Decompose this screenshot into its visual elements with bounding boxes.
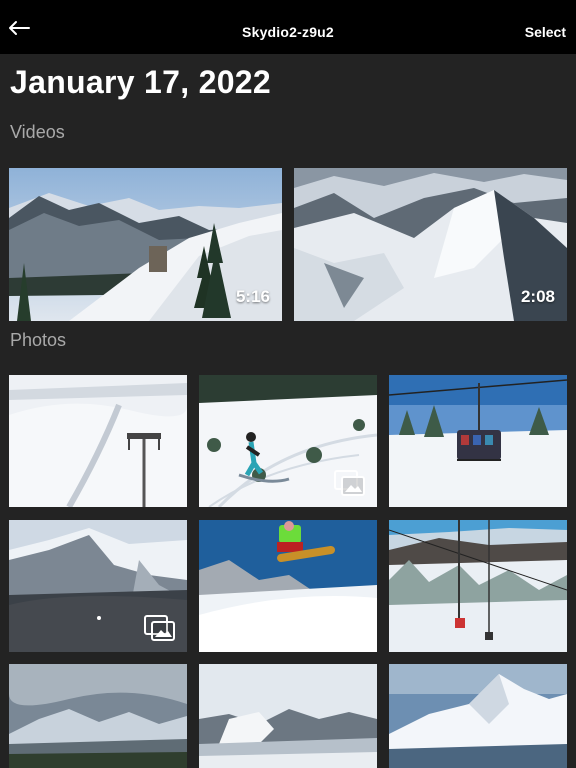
photo-preview-image [9, 375, 187, 507]
photo-thumbnail[interactable] [199, 520, 377, 652]
photo-preview-image [9, 664, 187, 768]
photo-thumbnail[interactable] [9, 375, 187, 507]
photo-preview-image [199, 664, 377, 768]
top-bar: Skydio2-z9u2 Select [0, 0, 576, 54]
video-thumbnail[interactable]: 2:08 [294, 168, 567, 321]
photo-preview-image [199, 520, 377, 652]
photo-thumbnail[interactable] [389, 375, 567, 507]
video-duration: 2:08 [520, 287, 555, 306]
photo-thumbnail[interactable] [199, 375, 377, 507]
video-thumbnail[interactable]: 5:16 [9, 168, 282, 321]
photo-thumbnail[interactable] [389, 520, 567, 652]
photo-thumbnail[interactable] [389, 664, 567, 768]
image-stack-icon [334, 470, 365, 496]
album-title: Skydio2-z9u2 [242, 24, 334, 40]
date-heading: January 17, 2022 [10, 64, 271, 100]
videos-section-label: Videos [10, 122, 65, 142]
image-stack-icon [144, 615, 175, 641]
photo-thumbnail[interactable] [9, 664, 187, 768]
select-button[interactable]: Select [525, 24, 566, 40]
photo-preview-image [389, 520, 567, 652]
photo-thumbnail[interactable] [199, 664, 377, 768]
photo-preview-image [389, 664, 567, 768]
photos-section-label: Photos [10, 330, 67, 350]
video-duration: 5:16 [235, 287, 270, 306]
photo-preview-image [389, 375, 567, 507]
photo-thumbnail[interactable] [9, 520, 187, 652]
